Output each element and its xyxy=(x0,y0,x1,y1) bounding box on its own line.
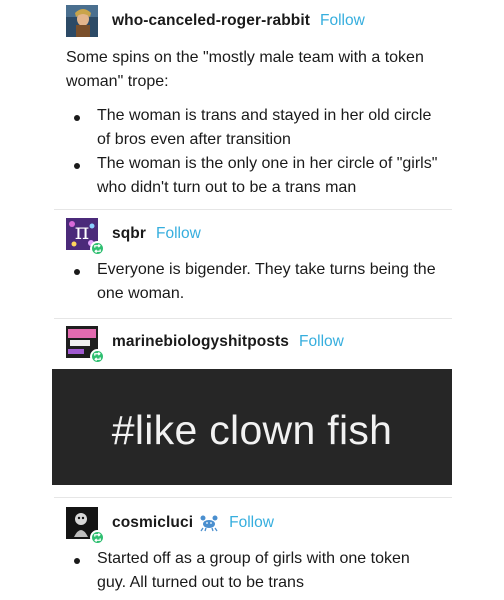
image-text: #like clown fish xyxy=(111,406,393,453)
username[interactable]: who-canceled-roger-rabbit xyxy=(112,12,310,30)
post-header: who-canceled-roger-rabbit Follow xyxy=(66,5,365,37)
post-text-line: Some spins on the "mostly male team with… xyxy=(66,49,424,66)
avatar[interactable] xyxy=(66,5,98,37)
list-item: The woman is the only one in her circle … xyxy=(97,155,438,172)
username[interactable]: sqbr xyxy=(112,225,146,243)
username[interactable]: cosmicluci xyxy=(112,514,193,532)
follow-button[interactable]: Follow xyxy=(320,12,365,30)
list-item: Started off as a group of girls with one… xyxy=(97,550,410,567)
divider xyxy=(54,497,452,498)
list-item: of bros even after transition xyxy=(97,131,291,148)
post-header: π sqbr Follow xyxy=(66,218,201,256)
list-item: one woman. xyxy=(97,285,185,302)
post-header: marinebiologyshitposts Follow xyxy=(66,326,344,364)
avatar-image-icon xyxy=(66,5,98,37)
list-item: who didn't turn out to be a trans man xyxy=(97,179,357,196)
list-item: The woman is trans and stayed in her old… xyxy=(97,107,432,124)
username[interactable]: marinebiologyshitposts xyxy=(112,333,289,351)
reblog-icon xyxy=(90,530,105,545)
divider xyxy=(54,318,452,319)
avatar[interactable] xyxy=(66,507,105,545)
bullet-icon xyxy=(74,163,80,169)
divider xyxy=(54,209,452,210)
bullet-icon xyxy=(74,558,80,564)
follow-button[interactable]: Follow xyxy=(229,514,274,532)
avatar[interactable]: π xyxy=(66,218,105,256)
list-item: Everyone is bigender. They take turns be… xyxy=(97,261,436,278)
post-header: cosmicluci Follow xyxy=(66,507,274,545)
list-item: guy. All turned out to be trans xyxy=(97,574,304,591)
post-image[interactable]: #like clown fish xyxy=(52,369,452,485)
bullet-icon xyxy=(74,269,80,275)
follow-button[interactable]: Follow xyxy=(156,225,201,243)
avatar[interactable] xyxy=(66,326,105,364)
reblog-icon xyxy=(90,349,105,364)
reblog-icon xyxy=(90,241,105,256)
follow-button[interactable]: Follow xyxy=(299,333,344,351)
post-text-line: woman" trope: xyxy=(66,73,169,90)
bullet-icon xyxy=(74,115,80,121)
crab-icon xyxy=(200,515,218,532)
